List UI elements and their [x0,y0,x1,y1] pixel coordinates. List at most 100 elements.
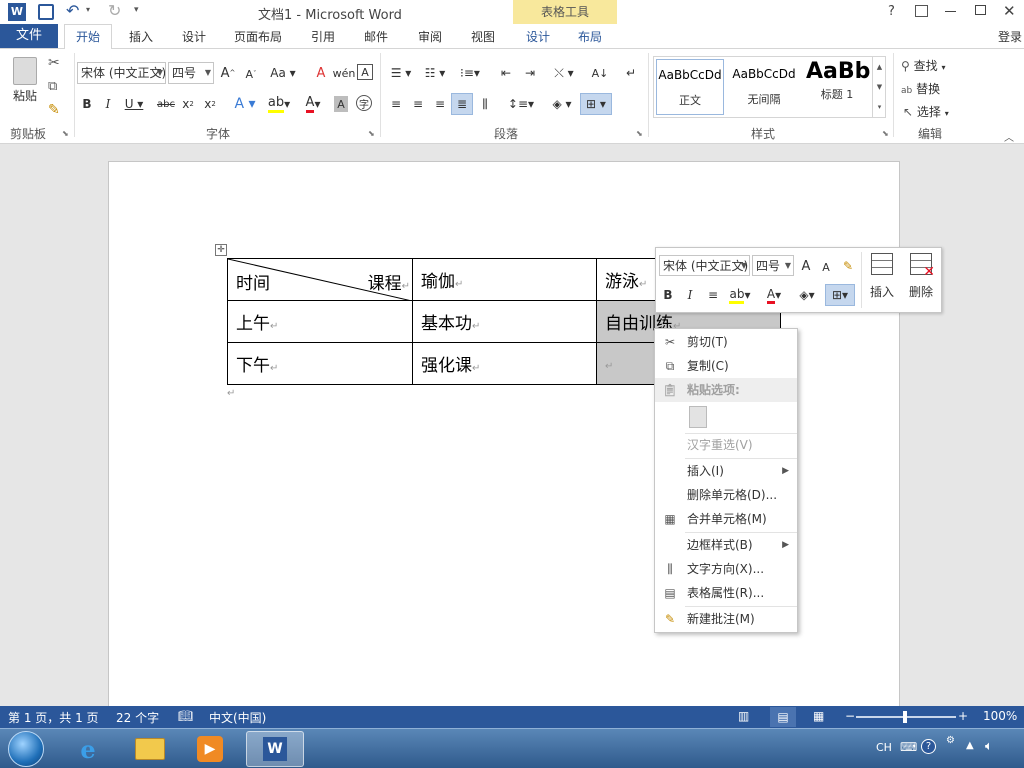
start-button-icon[interactable] [8,731,44,767]
select-button[interactable]: ↖ 选择 ▾ [903,103,949,120]
help-button[interactable]: ? [888,4,895,19]
volume-icon[interactable]: 🔈︎ [985,739,993,754]
strikethrough-icon[interactable]: abc [156,95,176,113]
find-button[interactable]: ⚲ 查找 ▾ [901,57,945,74]
copy-icon[interactable]: ⧉ [48,79,57,94]
mini-insert-button[interactable]: 插入 [866,253,898,309]
file-explorer-icon[interactable] [126,731,174,767]
paste-button[interactable]: 粘贴 [8,55,42,115]
mini-bold-icon[interactable]: B [661,286,675,304]
paragraph-launcher-icon[interactable]: ⬊ [636,129,643,138]
phonetic-guide-icon[interactable]: wén [333,64,356,82]
menu-item-copy[interactable]: ⧉ 复制(C) [655,354,797,378]
font-name-combo[interactable]: 宋体 (中文正文) ▼ [77,62,166,84]
mini-format-painter-icon[interactable]: ✎ [840,257,856,275]
word-taskbar-icon[interactable]: W [246,731,304,767]
close-icon[interactable]: ✕ [1003,2,1016,20]
multilevel-list-icon[interactable]: ⁝≡▾ [455,64,485,82]
tab-home[interactable]: 开始 [64,24,112,49]
decrease-indent-icon[interactable]: ⇤ [496,64,516,82]
read-mode-icon[interactable]: ▥ [738,709,749,723]
menu-item-text-direction[interactable]: ⫼ 文字方向(X)... [655,557,797,581]
minimize-icon[interactable] [945,11,956,12]
mini-font-size-combo[interactable]: 四号 ▼ [752,255,794,276]
distributed-icon[interactable]: ⫼ [476,95,494,113]
tab-mailings[interactable]: 邮件 [364,28,388,45]
tab-table-layout[interactable]: 布局 [578,28,602,45]
align-right-icon[interactable]: ≡ [431,95,449,113]
character-border-icon[interactable]: A [357,64,373,80]
clipboard-launcher-icon[interactable]: ⬊ [62,129,69,138]
superscript-icon[interactable]: x2 [202,95,218,113]
text-effects-icon[interactable]: A ▾ [232,95,258,113]
table-move-handle-icon[interactable]: ✛ [215,244,227,256]
zoom-level[interactable]: 100% [983,709,1017,723]
collapse-ribbon-icon[interactable]: ︿ [1004,129,1014,144]
table-cell[interactable]: 下午↵ [227,342,413,385]
chinese-layout-icon[interactable]: ⤬ ▾ [549,64,579,82]
menu-item-border-styles[interactable]: 边框样式(B) ▶ [655,533,797,557]
save-icon[interactable] [38,4,54,20]
web-layout-icon[interactable]: ▦ [813,709,824,723]
language-indicator[interactable]: 中文(中国) [209,709,266,726]
customize-qat-icon[interactable]: ▾ [134,5,139,15]
mini-delete-button[interactable]: ✕ 删除 [904,253,938,309]
shading-icon[interactable]: ◈ ▾ [547,95,577,113]
word-logo-icon[interactable]: W [8,3,26,21]
numbering-icon[interactable]: ☷ ▾ [420,64,450,82]
tab-insert[interactable]: 插入 [129,28,153,45]
table-cell[interactable]: 上午↵ [227,300,413,343]
mini-shrink-font-icon[interactable]: A [819,258,833,276]
align-left-icon[interactable]: ≡ [387,95,405,113]
replace-button[interactable]: ab 替换 [901,80,940,97]
undo-icon[interactable]: ↶ [66,1,79,20]
keyboard-icon[interactable]: ⌨ [900,740,917,754]
redo-icon[interactable]: ↻ [108,1,121,20]
style-normal[interactable]: AaBbCcDd 正文 [656,59,724,115]
borders-icon[interactable]: ⊞ ▾ [580,93,612,115]
help-icon[interactable]: ? [921,739,936,754]
styles-launcher-icon[interactable]: ⬊ [882,129,889,138]
bullets-icon[interactable]: ☰ ▾ [386,64,416,82]
sort-icon[interactable]: A↓ [590,63,610,83]
zoom-slider[interactable] [856,711,956,723]
page-count[interactable]: 第 1 页，共 1 页 [8,709,99,726]
mini-grow-font-icon[interactable]: A [798,257,814,275]
zoom-out-icon[interactable]: − [845,709,855,723]
internet-explorer-icon[interactable]: e [64,731,112,767]
table-cell[interactable]: 基本功↵ [412,300,597,343]
mini-borders-icon[interactable]: ⊞▾ [825,284,855,306]
tab-design[interactable]: 设计 [182,28,206,45]
align-center-icon[interactable]: ≡ [409,95,427,113]
table-cell[interactable]: 瑜伽↵ [412,258,597,301]
login-link[interactable]: 登录 [998,28,1022,45]
font-color-icon[interactable]: A ▾ [299,95,327,113]
menu-item-merge-cells[interactable]: ▦ 合并单元格(M) [655,507,797,531]
table-cell[interactable]: 强化课↵ [412,342,597,385]
mini-font-color-icon[interactable]: A ▾ [760,286,788,304]
enclose-characters-icon[interactable]: 字 [356,95,372,111]
increase-indent-icon[interactable]: ⇥ [520,64,540,82]
menu-item-insert[interactable]: 插入(I) ▶ [655,459,797,483]
format-painter-icon[interactable]: ✎ [48,102,60,118]
menu-item-table-properties[interactable]: ▤ 表格属性(R)... [655,581,797,605]
mini-shading-icon[interactable]: ◈▾ [793,286,821,304]
tab-table-design[interactable]: 设计 [526,28,550,45]
show-hidden-icons[interactable]: ▲ [966,740,974,751]
zoom-slider-thumb[interactable] [903,711,907,723]
tray-settings-icon[interactable]: ⚙ [946,735,955,746]
ribbon-display-options-icon[interactable] [915,5,928,17]
menu-item-delete-cells[interactable]: 删除单元格(D)... [655,483,797,507]
tab-review[interactable]: 审阅 [418,28,442,45]
mini-italic-icon[interactable]: I [683,286,697,304]
bold-icon[interactable]: B [80,95,94,113]
mini-align-center-icon[interactable]: ≡ [705,286,721,304]
style-no-spacing[interactable]: AaBbCcDd 无间隔 [728,59,800,115]
shrink-font-icon[interactable]: Aˇ [243,65,259,83]
font-launcher-icon[interactable]: ⬊ [368,129,375,138]
font-size-combo[interactable]: 四号 ▼ [168,62,214,84]
style-heading-1[interactable]: AaBb 标题 1 [802,59,872,115]
menu-item-new-comment[interactable]: ✎ 新建批注(M) [655,607,797,631]
line-spacing-icon[interactable]: ↕≡▾ [506,95,536,113]
input-language[interactable]: CH [876,741,892,754]
